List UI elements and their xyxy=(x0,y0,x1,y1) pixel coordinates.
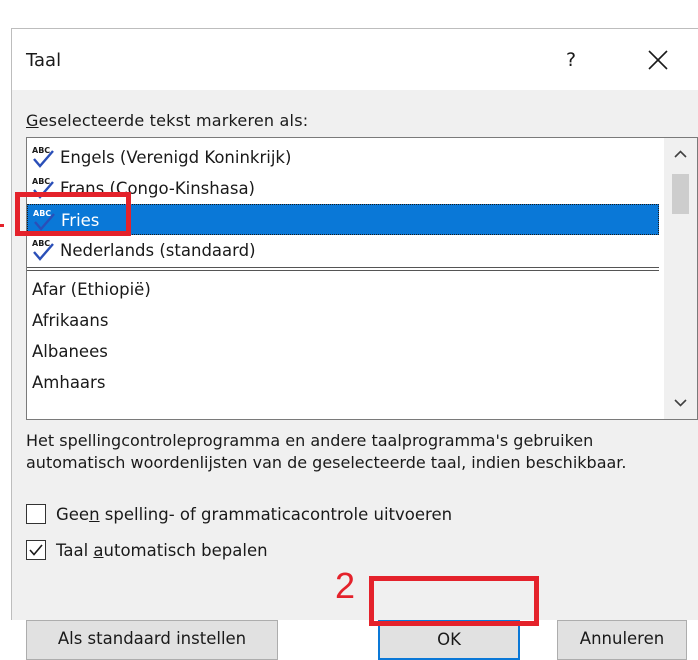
spellcheck-icon: ABC xyxy=(32,239,54,261)
auto-detect-checkbox[interactable] xyxy=(26,540,46,560)
scroll-up-button[interactable] xyxy=(664,142,697,166)
auto-detect-label: Taal automatisch bepalen xyxy=(56,541,268,560)
chevron-up-icon xyxy=(674,150,687,158)
annotation-fragment xyxy=(0,224,4,227)
chevron-down-icon xyxy=(674,399,687,407)
description-text: Het spellingcontroleprogramma en andere … xyxy=(26,431,627,472)
list-separator xyxy=(27,267,659,271)
svg-text:ABC: ABC xyxy=(32,146,50,155)
scroll-thumb[interactable] xyxy=(672,174,689,214)
language-item-label: Afrikaans xyxy=(32,311,109,330)
language-listbox[interactable]: ABC Engels (Verenigd Koninkrijk) ABC Frans … xyxy=(26,137,698,420)
title-bar: Taal ? xyxy=(12,29,698,90)
cancel-button[interactable]: Annuleren xyxy=(557,620,687,660)
language-item[interactable]: Albanees xyxy=(27,336,659,367)
annotation-highlight-fries xyxy=(15,192,131,236)
language-item-label: Engels (Verenigd Koninkrijk) xyxy=(60,148,292,167)
spellcheck-icon: ABC xyxy=(32,146,54,168)
no-proofing-checkbox[interactable] xyxy=(26,504,46,524)
close-button[interactable] xyxy=(642,45,674,75)
svg-text:ABC: ABC xyxy=(32,239,50,248)
dialog-title: Taal xyxy=(26,50,62,71)
language-item-label: Albanees xyxy=(32,342,108,361)
close-icon xyxy=(648,50,668,70)
language-item[interactable]: ABC Engels (Verenigd Koninkrijk) xyxy=(27,142,659,173)
scroll-down-button[interactable] xyxy=(664,391,697,415)
help-button[interactable]: ? xyxy=(556,45,586,75)
language-item[interactable]: Amhaars xyxy=(27,367,659,398)
language-item[interactable]: Afar (Ethiopië) xyxy=(27,274,659,305)
annotation-step-2: 2 xyxy=(335,565,356,606)
language-item[interactable]: Afrikaans xyxy=(27,305,659,336)
language-item-label: Amhaars xyxy=(32,373,106,392)
language-item-label: Nederlands (standaard) xyxy=(60,241,256,260)
language-item-label: Afar (Ethiopië) xyxy=(32,280,151,299)
language-dialog: Taal ? Geselecteerde tekst markeren als:… xyxy=(11,28,698,660)
no-proofing-label: Geen spelling- of grammaticacontrole uit… xyxy=(56,505,453,524)
svg-text:ABC: ABC xyxy=(32,177,50,186)
language-list-label: Geselecteerde tekst markeren als: xyxy=(26,111,309,130)
checkmark-icon xyxy=(29,544,43,556)
language-list-rows: ABC Engels (Verenigd Koninkrijk) ABC Frans … xyxy=(27,142,659,398)
set-default-button[interactable]: Als standaard instellen xyxy=(26,620,278,660)
vertical-scrollbar[interactable] xyxy=(664,138,697,419)
language-item[interactable]: ABC Nederlands (standaard) xyxy=(27,235,659,266)
ok-button[interactable]: OK xyxy=(378,620,520,660)
